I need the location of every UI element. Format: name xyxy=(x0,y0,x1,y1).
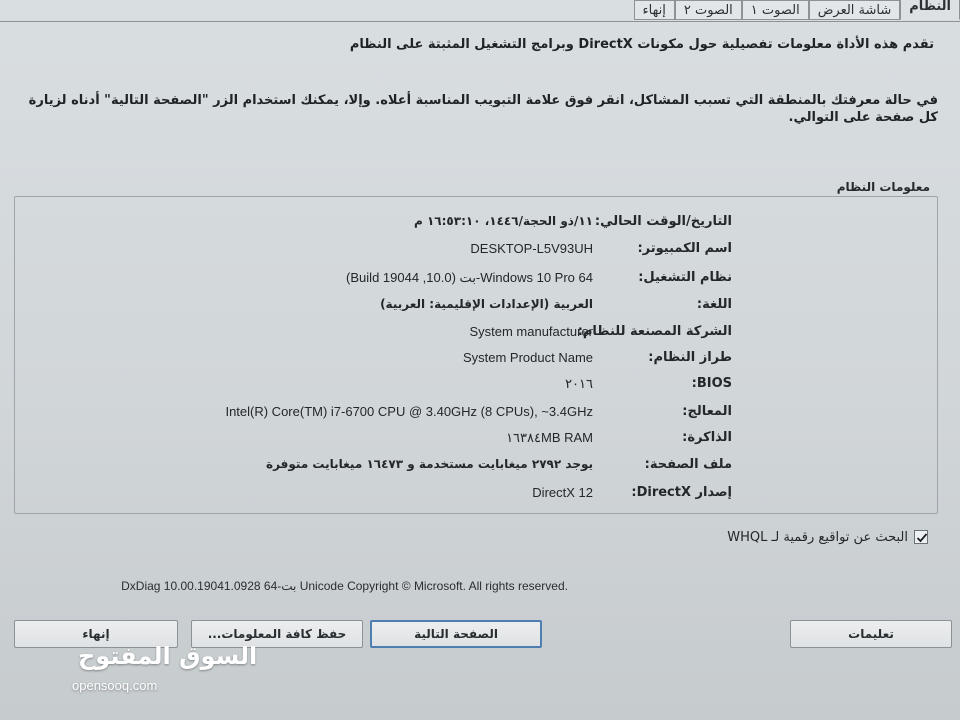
intro-text: تقدم هذه الأداة معلومات تفصيلية حول مكون… xyxy=(349,37,934,52)
info-label: الشركة المصنعة للنظام: xyxy=(577,324,732,339)
info-value: DESKTOP-L5V93UH xyxy=(470,241,593,256)
help-button[interactable]: تعليمات xyxy=(790,620,952,648)
whql-checkbox-label: البحث عن تواقيع رقمية لـ WHQL xyxy=(727,529,908,545)
tab-input[interactable]: إنهاء xyxy=(633,0,675,20)
info-label: ملف الصفحة: xyxy=(644,457,732,472)
info-row-model: طراز النظام: System Product Name xyxy=(0,350,960,372)
info-label: المعالج: xyxy=(682,404,732,419)
whql-checkbox[interactable] xyxy=(914,530,928,544)
tab-sound-2[interactable]: الصوت ٢ xyxy=(674,0,742,20)
info-label: BIOS: xyxy=(691,376,732,391)
tab-sound-1[interactable]: الصوت ١ xyxy=(741,0,809,20)
info-row-bios: BIOS: ٢٠١٦ xyxy=(0,376,960,398)
tab-system[interactable]: النظام xyxy=(900,0,960,20)
info-row-computer-name: اسم الكمبيوتر: DESKTOP-L5V93UH xyxy=(0,241,960,263)
info-value: DirectX 12 xyxy=(532,485,593,500)
info-row-processor: المعالج: Intel(R) Core(TM) i7-6700 CPU @… xyxy=(0,404,960,426)
dxdiag-window: النظام شاشة العرض الصوت ١ الصوت ٢ إنهاء … xyxy=(0,0,960,720)
intro-instructions: في حالة معرفتك بالمنطقة التي تسبب المشاك… xyxy=(28,93,938,125)
next-page-button[interactable]: الصفحة التالية xyxy=(370,620,542,648)
info-label: التاريخ/الوقت الحالي: xyxy=(594,214,732,229)
tab-display[interactable]: شاشة العرض xyxy=(808,0,901,20)
info-row-directx: إصدار DirectX: DirectX 12 xyxy=(0,485,960,507)
tab-bar: النظام شاشة العرض الصوت ١ الصوت ٢ إنهاء xyxy=(633,0,960,22)
info-value: ١٦٣٨٤MB RAM xyxy=(506,430,593,445)
info-value: ٢٠١٦ xyxy=(565,376,593,391)
info-label: إصدار DirectX: xyxy=(631,485,732,500)
info-label: طراز النظام: xyxy=(648,350,732,365)
info-value: ١١/ذو الحجة/١٤٤٦، ١٦:٥٣:١٠ م xyxy=(414,214,593,228)
info-value: System manufacturer xyxy=(469,324,593,339)
info-value: يوجد ٢٧٩٢ ميغابايت مستخدمة و ١٦٤٧٣ ميغاب… xyxy=(266,457,593,471)
checkmark-icon xyxy=(916,533,928,543)
info-value: العربية (الإعدادات الإقليمية: العربية) xyxy=(380,297,593,311)
info-value: Intel(R) Core(TM) i7-6700 CPU @ 3.40GHz … xyxy=(225,404,593,419)
opensooq-watermark: السوق المفتوح opensooq.com xyxy=(72,642,257,704)
info-row-datetime: التاريخ/الوقت الحالي: ١١/ذو الحجة/١٤٤٦، … xyxy=(0,214,960,236)
info-row-os: نظام التشغيل: Windows 10 Pro 64-بت (10.0… xyxy=(0,270,960,292)
whql-checkbox-row[interactable]: البحث عن تواقيع رقمية لـ WHQL xyxy=(727,527,928,547)
info-row-memory: الذاكرة: ١٦٣٨٤MB RAM xyxy=(0,430,960,452)
info-label: الذاكرة: xyxy=(682,430,732,445)
info-row-manufacturer: الشركة المصنعة للنظام: System manufactur… xyxy=(0,324,960,346)
info-row-page-file: ملف الصفحة: يوجد ٢٧٩٢ ميغابايت مستخدمة و… xyxy=(0,457,960,479)
info-label: نظام التشغيل: xyxy=(638,270,732,285)
info-label: اسم الكمبيوتر: xyxy=(637,241,732,256)
system-info-group-label: معلومات النظام xyxy=(836,180,930,194)
copyright-text: DxDiag 10.00.19041.0928 64-بت Unicode Co… xyxy=(121,579,568,593)
info-value: System Product Name xyxy=(462,350,593,365)
info-row-language: اللغة: العربية (الإعدادات الإقليمية: الع… xyxy=(0,297,960,319)
info-label: اللغة: xyxy=(696,297,732,312)
info-value: Windows 10 Pro 64-بت (10.0, Build 19044) xyxy=(346,270,593,285)
watermark-english: opensooq.com xyxy=(72,678,158,693)
watermark-arabic: السوق المفتوح xyxy=(78,642,258,670)
